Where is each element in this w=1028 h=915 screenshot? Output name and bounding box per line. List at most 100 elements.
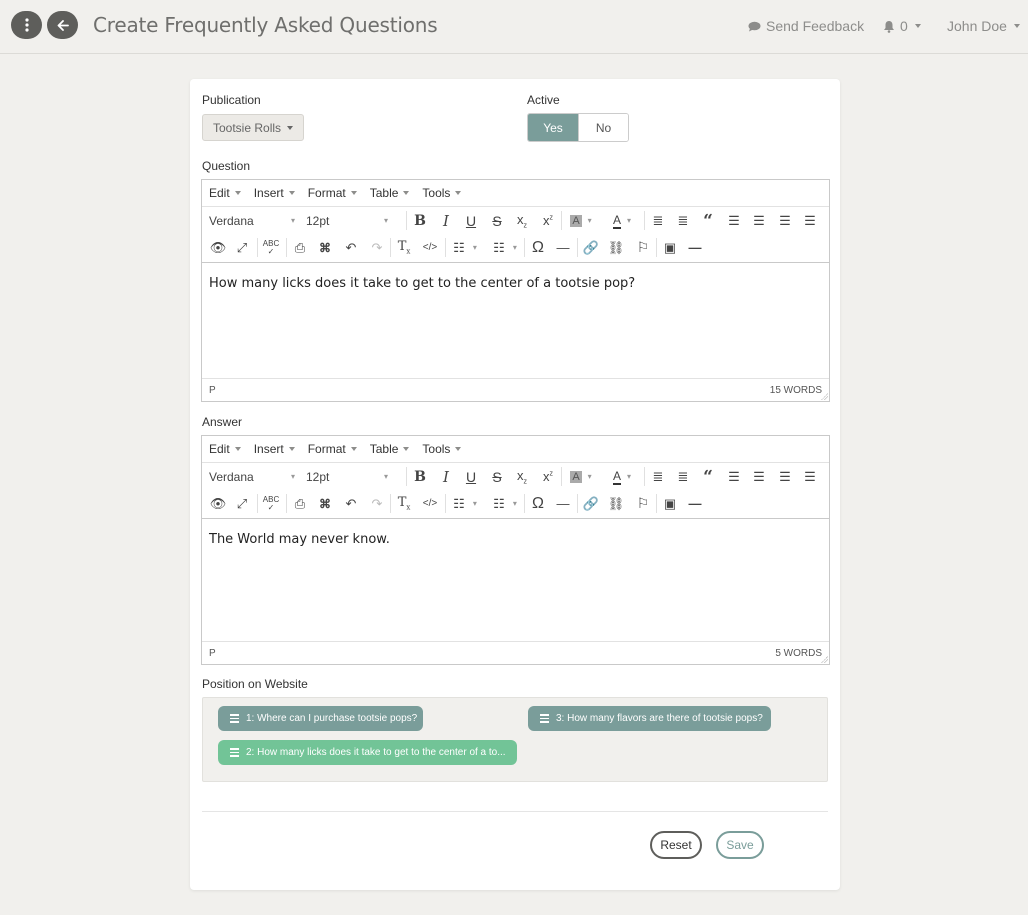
italic-icon[interactable]: I	[436, 463, 456, 490]
unlink-icon[interactable]: ⛓	[606, 490, 626, 517]
redo-icon[interactable]: ↷	[367, 490, 387, 517]
align-right-icon[interactable]: ☰	[775, 207, 795, 234]
subscript-icon[interactable]: xz	[512, 463, 532, 490]
font-family-select[interactable]: Verdana ▾	[209, 463, 295, 490]
redo-icon[interactable]: ↷	[367, 234, 387, 261]
menu-table[interactable]: Table	[370, 186, 410, 200]
align-justify-icon[interactable]: ☰	[800, 207, 820, 234]
align-left-icon[interactable]: ☰	[724, 463, 744, 490]
menu-table[interactable]: Table	[370, 442, 410, 456]
bold-icon[interactable]: B	[406, 207, 430, 234]
send-feedback-link[interactable]: Send Feedback	[748, 18, 864, 34]
user-menu[interactable]: John Doe	[947, 18, 1020, 34]
italic-icon[interactable]: I	[436, 207, 456, 234]
align-right-icon[interactable]: ☰	[775, 463, 795, 490]
indent-icon[interactable]: ≣	[673, 207, 693, 234]
align-center-icon[interactable]: ☰	[749, 207, 769, 234]
blockquote-icon[interactable]: “	[698, 207, 718, 234]
save-button[interactable]: Save	[716, 831, 764, 859]
anchor-icon[interactable]: ⚐	[633, 490, 653, 517]
menu-edit[interactable]: Edit	[209, 186, 241, 200]
clear-format-icon[interactable]: Tx	[390, 234, 414, 261]
text-color-icon[interactable]: A ▾	[606, 207, 638, 234]
position-item-2[interactable]: 2: How many licks does it take to get to…	[218, 740, 517, 765]
outdent-icon[interactable]: ≣	[644, 463, 668, 490]
horizontal-line-icon[interactable]: —	[686, 490, 704, 517]
bold-icon[interactable]: B	[406, 463, 430, 490]
preview-icon[interactable]: 👁	[209, 490, 227, 517]
superscript-icon[interactable]: xz	[538, 463, 558, 490]
strikethrough-icon[interactable]: S	[487, 207, 507, 234]
position-item-3[interactable]: 3: How many flavors are there of tootsie…	[528, 706, 771, 731]
notifications-dropdown[interactable]: 0	[883, 18, 921, 34]
font-size-select[interactable]: 12pt ▾	[306, 463, 388, 490]
subscript-icon[interactable]: xz	[512, 207, 532, 234]
menu-tools[interactable]: Tools	[422, 186, 462, 200]
text-color-icon[interactable]: A ▾	[606, 463, 638, 490]
menu-edit[interactable]: Edit	[209, 442, 241, 456]
print-icon[interactable]: ⎙	[286, 490, 310, 517]
undo-icon[interactable]: ↶	[341, 234, 361, 261]
reset-button[interactable]: Reset	[650, 831, 702, 859]
menu-format[interactable]: Format	[308, 442, 357, 456]
superscript-icon[interactable]: xz	[538, 207, 558, 234]
fullscreen-icon[interactable]: ⤢	[233, 234, 251, 261]
active-yes-button[interactable]: Yes	[528, 114, 578, 141]
numbered-list-icon[interactable]: ☷ ▾	[489, 490, 521, 517]
menu-insert[interactable]: Insert	[254, 186, 295, 200]
strikethrough-icon[interactable]: S	[487, 463, 507, 490]
publication-dropdown[interactable]: Tootsie Rolls	[202, 114, 305, 141]
bullet-list-icon[interactable]: ☷ ▾	[445, 490, 481, 517]
menu-tools[interactable]: Tools	[422, 442, 462, 456]
special-char-icon[interactable]: Ω	[524, 490, 548, 517]
code-icon[interactable]: </>	[420, 234, 440, 261]
question-label: Question	[202, 159, 251, 173]
link-icon[interactable]: 🔗	[577, 490, 601, 517]
position-item-1[interactable]: 1: Where can I purchase tootsie pops?	[218, 706, 423, 731]
fullscreen-icon[interactable]: ⤢	[233, 490, 251, 517]
font-family-select[interactable]: Verdana ▾	[209, 207, 295, 234]
blockquote-icon[interactable]: “	[698, 463, 718, 490]
indent-icon[interactable]: ≣	[673, 463, 693, 490]
horizontal-line-icon[interactable]: —	[686, 234, 704, 261]
resize-handle[interactable]	[821, 656, 828, 663]
print-icon[interactable]: ⎙	[286, 234, 310, 261]
clear-format-icon[interactable]: Tx	[390, 490, 414, 517]
unlink-icon[interactable]: ⛓	[606, 234, 626, 261]
chevron-down-icon	[288, 191, 295, 195]
hr-icon[interactable]: —	[554, 490, 572, 517]
back-button[interactable]	[47, 11, 78, 39]
search-replace-icon[interactable]: ⌘	[315, 234, 335, 261]
link-icon[interactable]: 🔗	[577, 234, 601, 261]
image-icon[interactable]: ▣	[656, 234, 680, 261]
align-center-icon[interactable]: ☰	[749, 463, 769, 490]
outdent-icon[interactable]: ≣	[644, 207, 668, 234]
spellcheck-icon[interactable]: ABC ✓	[257, 234, 281, 261]
special-char-icon[interactable]: Ω	[524, 234, 548, 261]
menu-insert[interactable]: Insert	[254, 442, 295, 456]
underline-icon[interactable]: U	[461, 207, 481, 234]
resize-handle[interactable]	[821, 393, 828, 400]
align-left-icon[interactable]: ☰	[724, 207, 744, 234]
image-icon[interactable]: ▣	[656, 490, 680, 517]
background-color-icon[interactable]: A ▾	[561, 463, 597, 490]
font-size-select[interactable]: 12pt ▾	[306, 207, 388, 234]
active-no-button[interactable]: No	[578, 114, 628, 141]
question-content[interactable]: How many licks does it take to get to th…	[202, 263, 829, 378]
numbered-list-icon[interactable]: ☷ ▾	[489, 234, 521, 261]
undo-icon[interactable]: ↶	[341, 490, 361, 517]
anchor-icon[interactable]: ⚐	[633, 234, 653, 261]
align-justify-icon[interactable]: ☰	[800, 463, 820, 490]
bullet-list-icon[interactable]: ☷ ▾	[445, 234, 481, 261]
search-replace-icon[interactable]: ⌘	[315, 490, 335, 517]
menu-button[interactable]	[11, 11, 42, 39]
menu-format[interactable]: Format	[308, 186, 357, 200]
chevron-down-icon: ▾	[290, 472, 295, 481]
spellcheck-icon[interactable]: ABC ✓	[257, 490, 281, 517]
hr-icon[interactable]: —	[554, 234, 572, 261]
background-color-icon[interactable]: A ▾	[561, 207, 597, 234]
underline-icon[interactable]: U	[461, 463, 481, 490]
answer-content[interactable]: The World may never know.	[202, 519, 829, 641]
preview-icon[interactable]: 👁	[209, 234, 227, 261]
code-icon[interactable]: </>	[420, 490, 440, 517]
